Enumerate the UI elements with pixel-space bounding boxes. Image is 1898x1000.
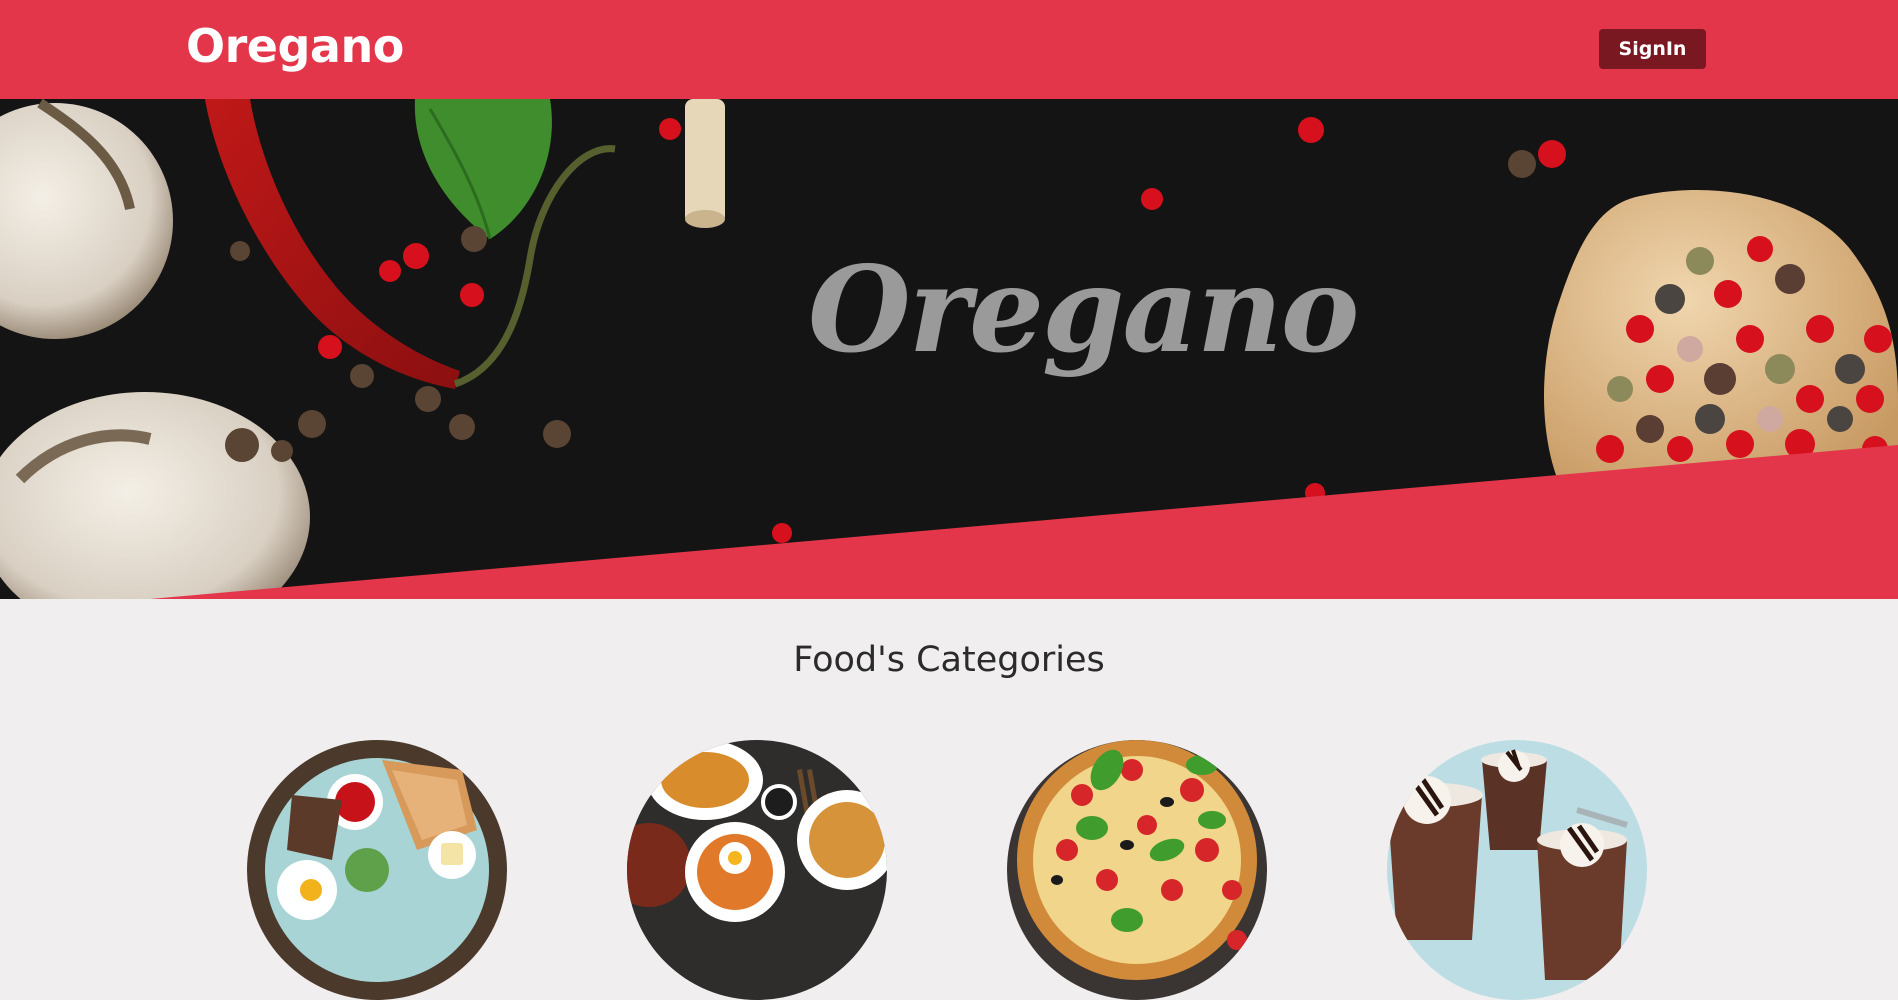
signin-button[interactable]: SignIn: [1599, 29, 1706, 69]
category-item-pizza[interactable]: [1007, 740, 1267, 1000]
category-item-dessert[interactable]: [1387, 740, 1647, 1000]
category-item-noodles[interactable]: [627, 740, 887, 1000]
noodles-image: [627, 740, 887, 1000]
navbar: Oregano SignIn: [0, 0, 1898, 99]
breakfast-image: [247, 740, 507, 1000]
category-item-breakfast[interactable]: [247, 740, 507, 1000]
categories-list: [0, 740, 1898, 1000]
hero-banner: Oregano: [0, 99, 1898, 599]
dessert-image: [1387, 740, 1647, 1000]
section-title: Food's Categories: [793, 640, 1105, 680]
brand-logo[interactable]: Oregano: [186, 14, 404, 78]
pizza-image: [1007, 740, 1267, 1000]
hero-title: Oregano: [808, 240, 1360, 379]
